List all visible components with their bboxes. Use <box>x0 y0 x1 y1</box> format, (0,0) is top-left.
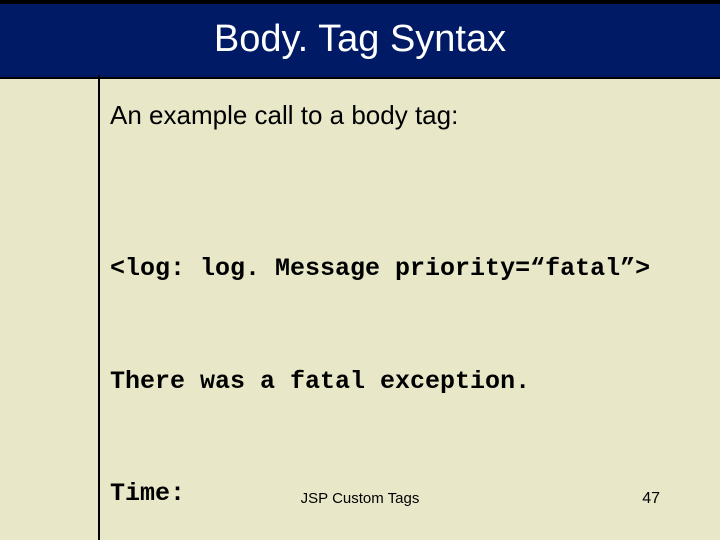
code-line: There was a fatal exception. <box>110 363 720 401</box>
footer-label: JSP Custom Tags <box>301 490 420 507</box>
slide-footer: JSP Custom Tags 47 <box>0 490 720 510</box>
intro-text: An example call to a body tag: <box>110 100 720 131</box>
slide-title: Body. Tag Syntax <box>214 18 506 60</box>
code-block: <log: log. Message priority=“fatal”> The… <box>110 175 720 540</box>
page-number: 47 <box>642 490 660 508</box>
slide-content: An example call to a body tag: <log: log… <box>110 100 720 540</box>
code-line: <log: log. Message priority=“fatal”> <box>110 250 720 288</box>
slide-title-bar: Body. Tag Syntax <box>0 0 720 79</box>
vertical-divider <box>98 75 100 540</box>
